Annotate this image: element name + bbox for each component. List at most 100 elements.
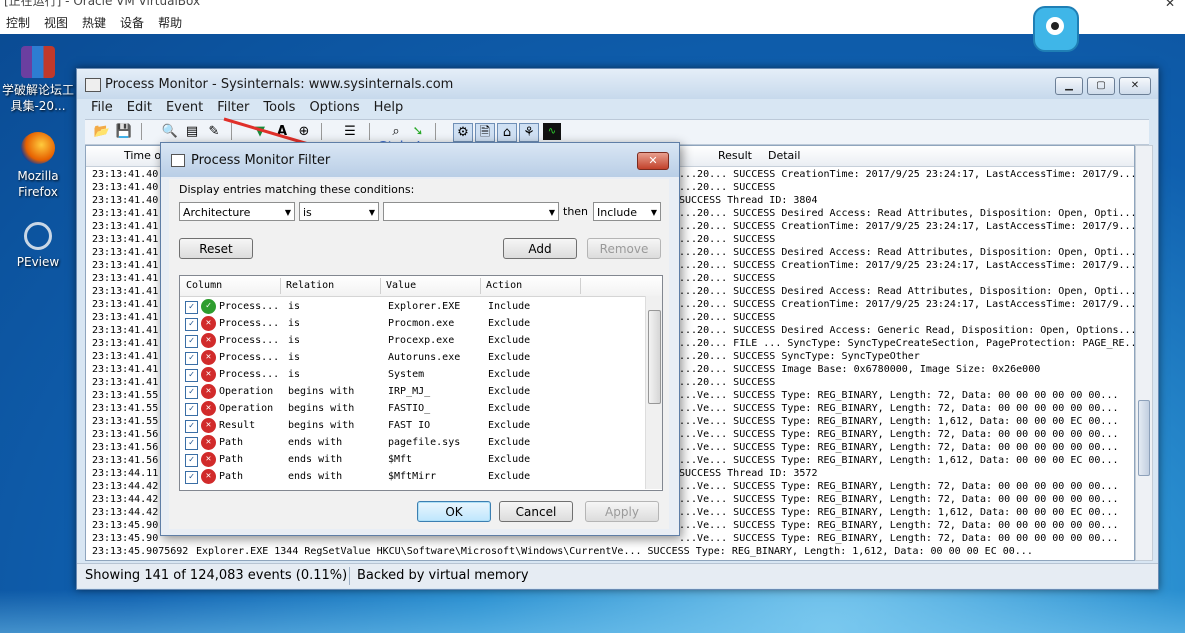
close-icon[interactable]: ✕ xyxy=(637,152,669,170)
rule-checkbox[interactable]: ✓ xyxy=(185,318,198,331)
column-select[interactable]: Architecture ▼ xyxy=(179,202,295,221)
remove-button[interactable]: Remove xyxy=(587,238,661,259)
vbox-close-icon[interactable]: ✕ xyxy=(1165,0,1175,10)
vbox-title: [正在运行] - Oracle VM VirtualBox xyxy=(0,0,1185,8)
rule-checkbox[interactable]: ✓ xyxy=(185,352,198,365)
row-detail: Explorer.EXE 1344 RegSetValue HKCU\Softw… xyxy=(196,546,1033,557)
menu-edit[interactable]: Edit xyxy=(127,99,152,119)
rule-checkbox[interactable]: ✓ xyxy=(185,369,198,382)
header-relation[interactable]: Relation xyxy=(286,280,334,291)
filter-rule-row[interactable]: ✓ ✕ Process... is System Exclude xyxy=(180,366,642,383)
file-activity-icon[interactable]: 🗎 xyxy=(475,123,495,142)
menu-file[interactable]: File xyxy=(91,99,113,119)
row-time: 23:13:41.56 xyxy=(92,442,159,453)
rule-checkbox[interactable]: ✓ xyxy=(185,454,198,467)
filter-list-scrollbar[interactable] xyxy=(645,296,662,489)
minimize-icon[interactable]: ▁ xyxy=(1055,77,1083,95)
rule-checkbox[interactable]: ✓ xyxy=(185,301,198,314)
row-time: 23:13:41.41 xyxy=(92,325,159,336)
profiling-icon[interactable]: ∿ xyxy=(543,123,561,140)
filter-rule-row[interactable]: ✓ ✕ Process... is Autoruns.exe Exclude xyxy=(180,349,642,366)
rule-checkbox[interactable]: ✓ xyxy=(185,471,198,484)
row-detail: ...Ve... SUCCESS Type: REG_BINARY, Lengt… xyxy=(679,442,1119,453)
desktop-icon-peview[interactable]: PEview xyxy=(2,222,74,270)
rule-relation: begins with xyxy=(288,386,355,397)
rule-action: Exclude xyxy=(488,318,531,329)
filter-rules-list[interactable]: Column Relation Value Action ✓ ✓ Process..… xyxy=(179,275,663,491)
row-time: 23:13:41.41 xyxy=(92,312,159,323)
action-select[interactable]: Include ▼ xyxy=(593,202,661,221)
filter-rule-row[interactable]: ✓ ✕ Path ends with $MftMirr Exclude xyxy=(180,468,642,485)
cancel-button[interactable]: Cancel xyxy=(499,501,573,522)
exclude-icon: ✕ xyxy=(201,418,216,433)
relation-select[interactable]: is ▼ xyxy=(299,202,379,221)
menu-event[interactable]: Event xyxy=(166,99,203,119)
filter-rules-header: Column Relation Value Action xyxy=(180,276,662,297)
header-column[interactable]: Column xyxy=(186,280,222,291)
add-button[interactable]: Add xyxy=(503,238,577,259)
save-icon[interactable]: 💾 xyxy=(115,123,133,140)
filter-rule-row[interactable]: ✓ ✕ Path ends with pagefile.sys Exclude xyxy=(180,434,642,451)
process-activity-icon[interactable]: ⚘ xyxy=(519,123,539,142)
open-icon[interactable]: 📂 xyxy=(93,123,111,140)
header-divider xyxy=(580,278,581,294)
status-event-count: Showing 141 of 124,083 events (0.11%) xyxy=(85,568,348,583)
desktop-icon-firefox[interactable]: Mozilla Firefox xyxy=(2,132,74,200)
row-detail: ...20... SUCCESS xyxy=(679,312,776,323)
header-divider xyxy=(380,278,381,294)
row-time: 23:13:44.42 xyxy=(92,494,159,505)
ok-button[interactable]: OK xyxy=(417,501,491,522)
network-activity-icon[interactable]: ⌂ xyxy=(497,123,517,142)
close-icon[interactable]: ✕ xyxy=(1119,77,1151,95)
find-icon[interactable]: 🔍 xyxy=(161,123,179,140)
rule-relation: begins with xyxy=(288,420,355,431)
column-header-detail[interactable]: Detail xyxy=(768,149,800,162)
rule-column: Operation xyxy=(219,403,274,414)
peview-icon xyxy=(24,222,52,250)
apply-button[interactable]: Apply xyxy=(585,501,659,522)
header-value[interactable]: Value xyxy=(386,280,416,291)
exclude-icon: ✕ xyxy=(201,401,216,416)
row-detail: ...Ve... SUCCESS Type: REG_BINARY, Lengt… xyxy=(679,494,1119,505)
menu-help[interactable]: Help xyxy=(374,99,404,119)
filter-rule-row[interactable]: ✓ ✕ Path ends with $Mft Exclude xyxy=(180,451,642,468)
row-time: 23:13:41.41 xyxy=(92,377,159,388)
rule-checkbox[interactable]: ✓ xyxy=(185,386,198,399)
scrollbar-thumb[interactable] xyxy=(1138,400,1150,476)
filter-rule-row[interactable]: ✓ ✕ Process... is Procexp.exe Exclude xyxy=(180,332,642,349)
vbox-menu-hotkey[interactable]: 热键 xyxy=(82,12,106,34)
vbox-menu-devices[interactable]: 设备 xyxy=(120,12,144,34)
column-header-result[interactable]: Result xyxy=(718,149,752,162)
row-time: 23:13:45.90 xyxy=(92,520,159,531)
rule-checkbox[interactable]: ✓ xyxy=(185,437,198,450)
desktop-icon-tools[interactable]: 学破解论坛工具集-20... xyxy=(2,46,74,114)
autoscroll-icon[interactable]: ▤ xyxy=(183,123,201,140)
rule-action: Exclude xyxy=(488,335,531,346)
header-action[interactable]: Action xyxy=(486,280,522,291)
filter-rule-row[interactable]: ✓ ✕ Operation begins with FASTIO_ Exclude xyxy=(180,400,642,417)
rule-action: Exclude xyxy=(488,403,531,414)
vbox-menu-control[interactable]: 控制 xyxy=(6,12,30,34)
action-select-value: Include xyxy=(597,206,638,219)
maximize-icon[interactable]: ▢ xyxy=(1087,77,1115,95)
filter-rule-row[interactable]: ✓ ✓ Process... is Explorer.EXE Include xyxy=(180,298,642,315)
value-input[interactable]: ▼ xyxy=(383,202,559,221)
rule-checkbox[interactable]: ✓ xyxy=(185,403,198,416)
filter-rule-row[interactable]: ✓ ✕ Process... is Procmon.exe Exclude xyxy=(180,315,642,332)
filter-rule-row[interactable]: ✓ ✕ Operation begins with IRP_MJ_ Exclude xyxy=(180,383,642,400)
rule-checkbox[interactable]: ✓ xyxy=(185,335,198,348)
event-list-scrollbar[interactable] xyxy=(1135,145,1153,561)
reset-button[interactable]: Reset xyxy=(179,238,253,259)
toolbar-separator xyxy=(141,123,142,140)
rule-action: Exclude xyxy=(488,386,531,397)
vbox-menu-help[interactable]: 帮助 xyxy=(158,12,182,34)
registry-activity-icon[interactable]: ⚙ xyxy=(453,123,473,142)
scrollbar-thumb[interactable] xyxy=(648,310,661,404)
table-row[interactable]: 23:13:45.9075692 Explorer.EXE 1344 RegSet… xyxy=(86,545,1134,558)
vbox-menubar: 控制 视图 热键 设备 帮助 xyxy=(0,12,1185,34)
desktop-icon-label: 学破解论坛工具集-20... xyxy=(2,83,75,113)
filter-rule-row[interactable]: ✓ ✕ Result begins with FAST IO Exclude xyxy=(180,417,642,434)
app-icon xyxy=(85,78,101,92)
vbox-menu-view[interactable]: 视图 xyxy=(44,12,68,34)
rule-checkbox[interactable]: ✓ xyxy=(185,420,198,433)
